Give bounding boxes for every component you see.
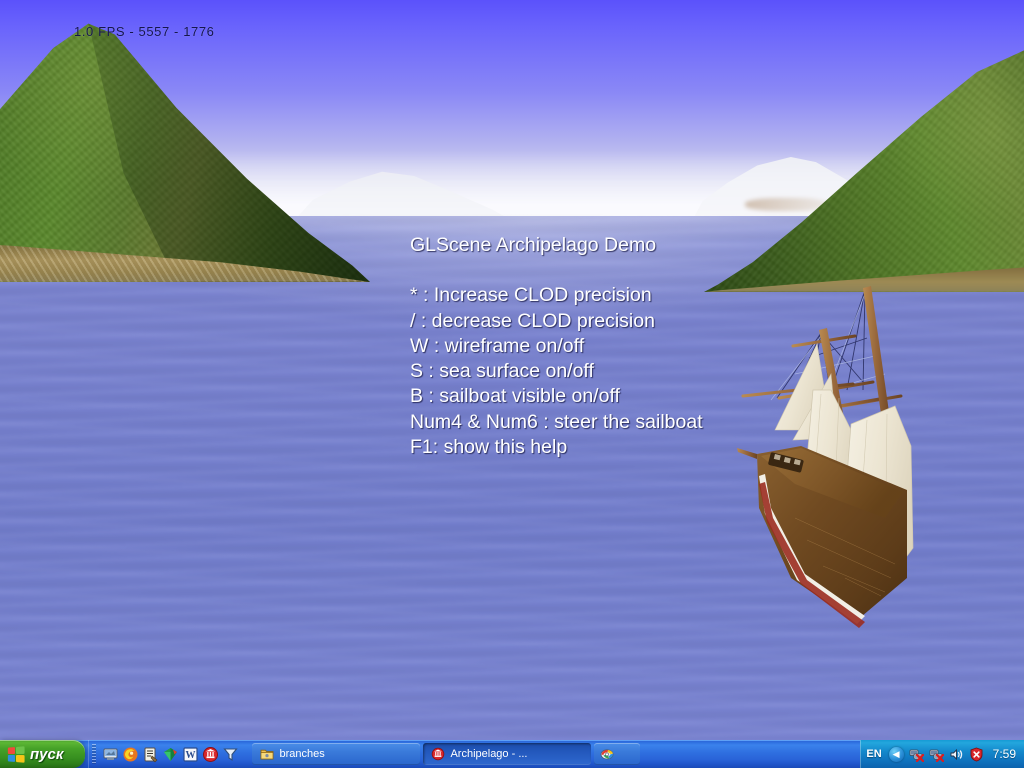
task-button-group: branches Archipelago - ... (244, 740, 860, 768)
task-button-branches-label: branches (279, 748, 325, 760)
island-left (0, 10, 370, 282)
sailboat[interactable] (735, 278, 935, 638)
network-error-icon[interactable] (909, 747, 924, 762)
taskbar: пуск W branches Archipelago - ... EN ◀ 7… (0, 740, 1024, 768)
task-button-branches[interactable]: branches (252, 743, 421, 765)
island-right-texture (704, 42, 1024, 292)
screen: 1.0 FPS - 5557 - 1776 GLScene Archipelag… (0, 0, 1024, 768)
windows-flag-icon (7, 745, 25, 763)
network-error-icon[interactable] (929, 747, 944, 762)
word-icon[interactable]: W (182, 746, 199, 763)
help-overlay: GLScene Archipelago Demo * : Increase CL… (410, 233, 703, 460)
quick-launch-grip[interactable] (92, 744, 97, 764)
funnel-icon[interactable] (222, 746, 239, 763)
task-button-paint[interactable] (594, 743, 641, 765)
show-desktop-icon[interactable] (102, 746, 119, 763)
help-title: GLScene Archipelago Demo (410, 234, 657, 256)
quick-launch-bar: W (88, 740, 244, 768)
help-line-decrease-clod: / : decrease CLOD precision (410, 309, 655, 332)
system-tray: EN ◀ 7:59 (860, 740, 1024, 768)
delphi-icon[interactable] (202, 746, 219, 763)
start-button-label: пуск (30, 745, 64, 763)
speaker-icon[interactable] (949, 747, 964, 762)
mainmast (863, 286, 891, 428)
bowsprit (737, 448, 757, 459)
start-button[interactable]: пуск (0, 740, 86, 768)
help-line-wireframe: W : wireframe on/off (410, 334, 585, 357)
help-line-sailboat-visible: B : sailboat visible on/off (410, 385, 620, 408)
paint-icon (600, 747, 614, 761)
task-button-archipelago[interactable]: Archipelago - ... (423, 743, 592, 765)
shield-alert-icon[interactable] (969, 747, 984, 762)
task-button-archipelago-label: Archipelago - ... (450, 748, 528, 760)
help-line-sea-surface: S : sea surface on/off (410, 360, 594, 383)
sailboat-model (737, 286, 914, 628)
tray-expand-button[interactable]: ◀ (888, 746, 904, 762)
fps-counter: 1.0 FPS - 5557 - 1776 (74, 24, 215, 39)
language-indicator[interactable]: EN (866, 748, 883, 760)
firefox-icon[interactable] (122, 746, 139, 763)
svg-text:W: W (186, 750, 196, 761)
notes-icon[interactable] (142, 746, 159, 763)
help-line-steer-sailboat: Num4 & Num6 : steer the sailboat (410, 410, 703, 433)
folder-icon (260, 747, 274, 761)
gem-icon[interactable] (162, 746, 179, 763)
help-line-show-help: F1: show this help (410, 436, 568, 459)
island-right (704, 42, 1024, 292)
help-line-increase-clod: * : Increase CLOD precision (410, 284, 652, 307)
delphi-icon (431, 747, 445, 761)
clock[interactable]: 7:59 (989, 747, 1016, 761)
glscene-viewport[interactable]: 1.0 FPS - 5557 - 1776 GLScene Archipelag… (0, 0, 1024, 740)
